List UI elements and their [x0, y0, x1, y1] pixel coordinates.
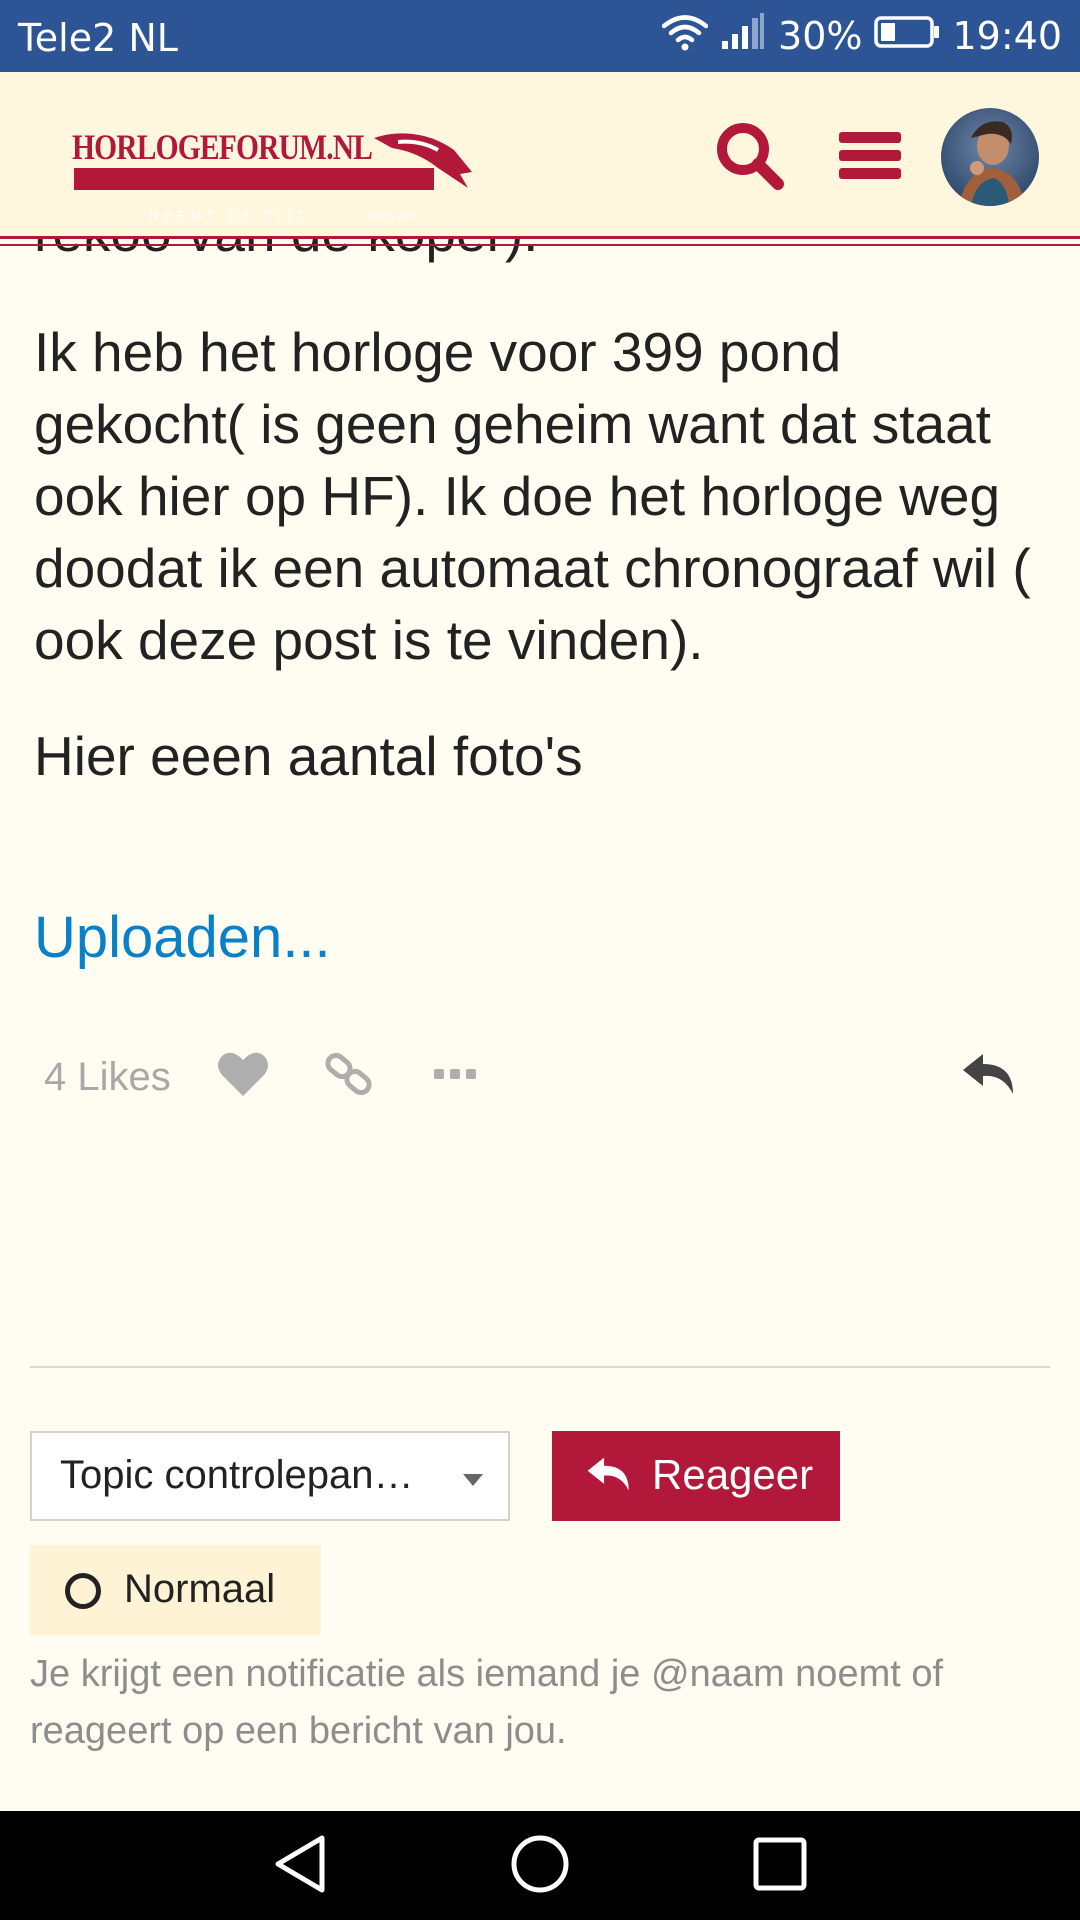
clock: 19:40	[952, 14, 1062, 58]
post-actions: 4 Likes	[34, 1045, 1034, 1110]
logo-since: SINDS 2002	[367, 211, 418, 221]
status-icons: 30% 19:40	[650, 12, 1062, 60]
share-link-button[interactable]	[318, 1047, 380, 1105]
site-logo[interactable]: HORLOGEFORUM.NL NEEMT DE TIJD SINDS 2002	[72, 127, 472, 223]
link-icon	[324, 1049, 374, 1104]
topic-select-label: Topic controlepan…	[60, 1453, 414, 1497]
signal-icon	[720, 12, 766, 60]
home-button[interactable]	[504, 1833, 576, 1899]
notification-level-button[interactable]: Normaal	[30, 1545, 321, 1635]
user-avatar[interactable]	[941, 108, 1039, 206]
reply-button[interactable]: Reageer	[552, 1431, 840, 1521]
likes-count[interactable]: 4 Likes	[44, 1055, 171, 1100]
circle-icon	[65, 1573, 101, 1609]
battery-icon	[874, 14, 940, 59]
logo-swoosh-icon	[368, 128, 478, 197]
like-button[interactable]	[212, 1047, 274, 1105]
status-bar: Tele2 NL 30% 19:40	[0, 0, 1080, 72]
post-paragraph: Hier eeen aantal foto's	[34, 725, 583, 787]
wifi-icon	[661, 13, 709, 60]
battery-percentage: 30%	[778, 14, 863, 58]
reply-icon	[961, 1050, 1017, 1103]
notification-level-label: Normaal	[124, 1567, 276, 1611]
recents-button[interactable]	[744, 1833, 816, 1899]
upload-link[interactable]: Uploaden...	[34, 904, 331, 971]
post-paragraph: Ik heb het horloge voor 399 pond gekocht…	[34, 321, 1031, 671]
carrier-name: Tele2 NL	[18, 16, 178, 60]
search-button[interactable]	[710, 118, 790, 198]
logo-wordmark: HORLOGEFORUM.NL	[72, 127, 373, 167]
hamburger-icon	[837, 128, 903, 189]
reply-icon	[586, 1453, 632, 1500]
more-icon	[432, 1067, 478, 1086]
caret-down-icon	[462, 1473, 484, 1492]
topic-controls-select[interactable]: Topic controlepan…	[30, 1431, 510, 1521]
notification-description: Je krijgt een notificatie als iemand je …	[30, 1653, 944, 1752]
search-icon	[714, 120, 786, 197]
more-button[interactable]	[424, 1047, 486, 1105]
header-divider-secondary	[0, 244, 1080, 246]
system-nav-bar	[0, 1811, 1080, 1920]
recents-icon	[752, 1836, 808, 1897]
menu-button[interactable]	[830, 118, 910, 198]
back-button[interactable]	[262, 1833, 338, 1899]
section-divider	[30, 1366, 1050, 1368]
header-divider	[0, 236, 1080, 239]
reply-post-button[interactable]	[956, 1047, 1022, 1105]
back-icon	[272, 1834, 328, 1899]
heart-icon	[216, 1050, 270, 1103]
post-body: Ik heb het horloge voor 399 pond gekocht…	[34, 316, 1044, 836]
home-icon	[510, 1834, 570, 1899]
reply-button-label: Reageer	[652, 1451, 814, 1498]
logo-tagline: NEEMT DE TIJD	[149, 208, 312, 223]
